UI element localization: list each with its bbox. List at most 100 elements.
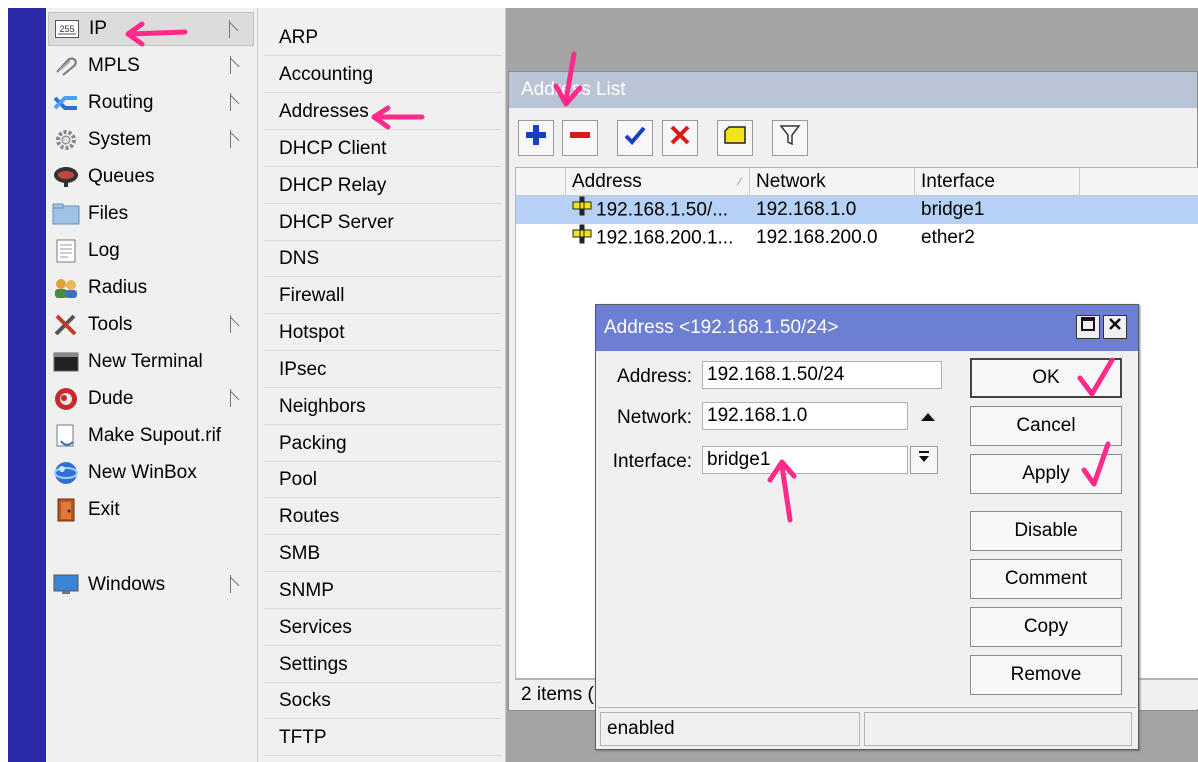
windows-monitor-icon	[52, 573, 80, 597]
submenu-item-dns[interactable]: DNS	[264, 241, 502, 277]
menu-item-system[interactable]: System	[48, 123, 254, 157]
submenu-item-pool[interactable]: Pool	[264, 462, 502, 498]
status-empty	[864, 712, 1132, 746]
interface-select[interactable]: bridge1	[702, 446, 908, 474]
menu-label-make-supout: Make Supout.rif	[88, 425, 222, 446]
minus-icon	[569, 124, 591, 152]
column-header-flags[interactable]	[516, 168, 566, 196]
submenu-item-smb[interactable]: SMB	[264, 536, 502, 572]
menu-item-dude[interactable]: Dude	[48, 382, 254, 416]
address-plus-icon	[572, 224, 592, 252]
radius-users-icon	[52, 276, 80, 300]
submenu-item-socks[interactable]: Socks	[264, 683, 502, 719]
table-row[interactable]: 192.168.200.1... 192.168.200.0 ether2	[516, 224, 1198, 252]
submenu-label: DHCP Server	[279, 211, 394, 233]
submenu-item-dhcp-relay[interactable]: DHCP Relay	[264, 168, 502, 204]
checkmark-icon	[624, 124, 646, 152]
note-icon	[723, 125, 747, 151]
submenu-item-dhcp-client[interactable]: DHCP Client	[264, 131, 502, 167]
menu-label-queues: Queues	[88, 166, 155, 187]
submenu-item-packing[interactable]: Packing	[264, 426, 502, 462]
menu-item-make-supout[interactable]: Make Supout.rif	[48, 419, 254, 453]
address-field[interactable]: 192.168.1.50/24	[702, 361, 942, 389]
terminal-icon	[52, 350, 80, 374]
interface-cell: bridge1	[921, 199, 985, 220]
winbox-globe-icon	[52, 461, 80, 485]
window-title[interactable]: Address List	[509, 72, 1197, 108]
sort-indicator-icon: ⁄	[739, 176, 741, 188]
menu-item-exit[interactable]: Exit	[48, 493, 254, 527]
submenu-item-settings[interactable]: Settings	[264, 647, 502, 683]
enable-button[interactable]	[617, 120, 653, 156]
menu-item-log[interactable]: Log	[48, 234, 254, 268]
dialog-title[interactable]: Address <192.168.1.50/24>	[596, 305, 1138, 351]
submenu-item-accounting[interactable]: Accounting	[264, 57, 502, 93]
remove-button[interactable]	[562, 120, 598, 156]
menu-item-routing[interactable]: Routing	[48, 86, 254, 120]
copy-button[interactable]: Copy	[970, 607, 1122, 647]
comment-button[interactable]	[717, 120, 753, 156]
menu-item-queues[interactable]: Queues	[48, 160, 254, 194]
menu-item-ip[interactable]: 255 IP	[48, 12, 254, 46]
x-cross-icon	[669, 124, 691, 152]
winbox-side-strip	[8, 8, 46, 762]
submenu-item-hotspot[interactable]: Hotspot	[264, 315, 502, 351]
comment-button[interactable]: Comment	[970, 559, 1122, 599]
close-icon	[1107, 316, 1123, 338]
submenu-label: Packing	[279, 432, 347, 454]
dropdown-arrow-icon	[917, 449, 931, 471]
network-label: Network:	[617, 407, 692, 428]
submenu-item-services[interactable]: Services	[264, 610, 502, 646]
add-button[interactable]	[518, 120, 554, 156]
submenu-item-ipsec[interactable]: IPsec	[264, 352, 502, 388]
submenu-arrow-icon	[230, 130, 240, 148]
submenu-item-routes[interactable]: Routes	[264, 499, 502, 535]
cancel-button[interactable]: Cancel	[970, 406, 1122, 446]
menu-label-windows: Windows	[88, 574, 166, 595]
close-button[interactable]	[1103, 315, 1127, 339]
plus-icon	[525, 124, 547, 152]
submenu-item-firewall[interactable]: Firewall	[264, 278, 502, 314]
menu-item-mpls[interactable]: MPLS	[48, 49, 254, 83]
submenu-arrow-icon	[230, 56, 240, 74]
address-plus-icon	[572, 196, 592, 224]
status-enabled: enabled	[600, 712, 860, 746]
network-field[interactable]: 192.168.1.0	[702, 402, 908, 430]
menu-label-files: Files	[88, 203, 129, 224]
column-header-network[interactable]: Network	[750, 168, 915, 196]
menu-item-radius[interactable]: Radius	[48, 271, 254, 305]
maximize-button[interactable]	[1076, 315, 1100, 339]
menu-label-mpls: MPLS	[88, 55, 140, 76]
submenu-label: DHCP Client	[279, 137, 387, 159]
column-label: Network	[756, 171, 826, 192]
submenu-item-neighbors[interactable]: Neighbors	[264, 389, 502, 425]
submenu-arrow-icon	[229, 20, 239, 38]
filter-button[interactable]	[772, 120, 808, 156]
column-label: Interface	[921, 171, 995, 192]
collapse-up-icon[interactable]	[918, 407, 938, 427]
ok-button[interactable]: OK	[970, 358, 1122, 398]
remove-button[interactable]: Remove	[970, 655, 1122, 695]
supout-file-icon	[52, 424, 80, 448]
table-row[interactable]: 192.168.1.50/... 192.168.1.0 bridge1	[516, 196, 1198, 224]
interface-dropdown-button[interactable]	[910, 446, 938, 474]
menu-item-tools[interactable]: Tools	[48, 308, 254, 342]
submenu-item-snmp[interactable]: SNMP	[264, 573, 502, 609]
disable-button[interactable]	[662, 120, 698, 156]
column-header-blank	[1080, 168, 1198, 196]
apply-button[interactable]: Apply	[970, 454, 1122, 494]
submenu-item-tftp[interactable]: TFTP	[264, 720, 502, 756]
disable-button[interactable]: Disable	[970, 511, 1122, 551]
submenu-item-arp[interactable]: ARP	[264, 20, 502, 56]
submenu-label: SNMP	[279, 579, 334, 601]
menu-item-files[interactable]: Files	[48, 197, 254, 231]
menu-item-new-terminal[interactable]: New Terminal	[48, 345, 254, 379]
column-header-address[interactable]: Address ⁄	[566, 168, 750, 196]
menu-item-new-winbox[interactable]: New WinBox	[48, 456, 254, 490]
submenu-item-dhcp-server[interactable]: DHCP Server	[264, 205, 502, 241]
column-header-interface[interactable]: Interface	[915, 168, 1080, 196]
menu-item-windows[interactable]: Windows	[48, 568, 254, 602]
network-cell: 192.168.200.0	[756, 227, 878, 248]
submenu-item-addresses[interactable]: Addresses	[264, 94, 502, 130]
submenu-label: Pool	[279, 468, 318, 490]
